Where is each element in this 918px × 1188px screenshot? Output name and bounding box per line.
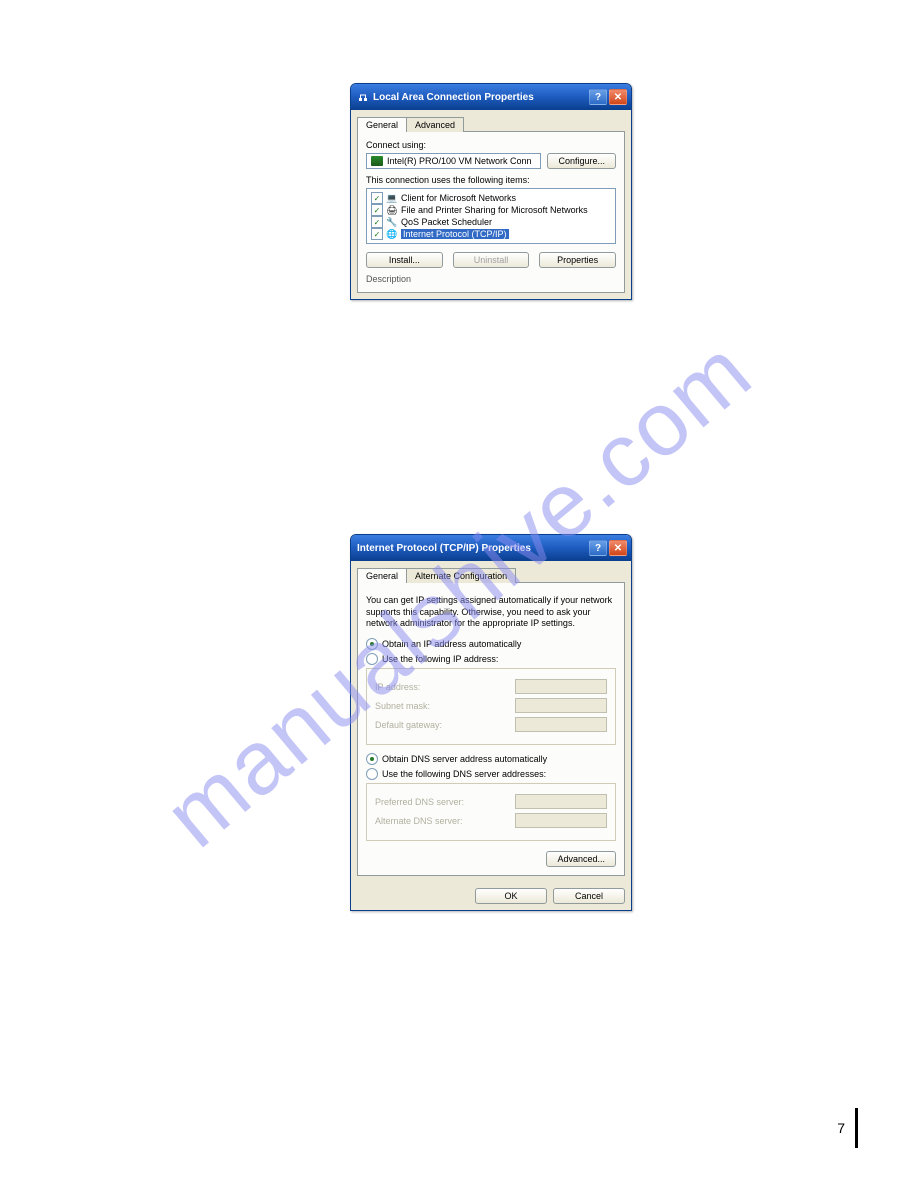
radio-icon [366, 768, 378, 780]
radio-auto-ip[interactable]: Obtain an IP address automatically [366, 638, 616, 650]
tcpip-icon: 🌐 [386, 228, 398, 240]
adapter-name: Intel(R) PRO/100 VM Network Conn [387, 156, 532, 166]
description-label: Description [366, 274, 616, 284]
radio-label: Use the following IP address: [382, 654, 498, 664]
ip-address-label: IP address: [375, 682, 515, 692]
lan-properties-dialog: Local Area Connection Properties ? ✕ Gen… [350, 83, 632, 300]
cancel-button[interactable]: Cancel [553, 888, 625, 904]
radio-use-ip[interactable]: Use the following IP address: [366, 653, 616, 665]
list-item[interactable]: 💻 Client for Microsoft Networks [370, 192, 612, 204]
advanced-button[interactable]: Advanced... [546, 851, 616, 867]
window-title: Local Area Connection Properties [373, 92, 534, 103]
close-button[interactable]: ✕ [609, 540, 627, 556]
checkbox-icon[interactable] [371, 216, 383, 228]
uninstall-button[interactable]: Uninstall [453, 252, 530, 268]
properties-button[interactable]: Properties [539, 252, 616, 268]
install-button[interactable]: Install... [366, 252, 443, 268]
checkbox-icon[interactable] [371, 192, 383, 204]
gateway-input[interactable] [515, 717, 607, 732]
gateway-label: Default gateway: [375, 720, 515, 730]
ok-button[interactable]: OK [475, 888, 547, 904]
share-icon: 🖨 [386, 204, 398, 216]
tab-body: You can get IP settings assigned automat… [357, 582, 625, 876]
ip-group: IP address: Subnet mask: Default gateway… [366, 668, 616, 745]
checkbox-icon[interactable] [371, 204, 383, 216]
checkbox-icon[interactable] [371, 228, 383, 240]
qos-icon: 🔧 [386, 216, 398, 228]
tab-body: Connect using: Intel(R) PRO/100 VM Netwo… [357, 131, 625, 293]
item-label: QoS Packet Scheduler [401, 217, 492, 227]
tab-strip: General Advanced [357, 116, 625, 131]
description-text: You can get IP settings assigned automat… [366, 595, 616, 630]
tcpip-properties-dialog: Internet Protocol (TCP/IP) Properties ? … [350, 534, 632, 911]
dialog-footer: OK Cancel [351, 882, 631, 910]
radio-icon [366, 638, 378, 650]
list-item[interactable]: 🖨 File and Printer Sharing for Microsoft… [370, 204, 612, 216]
page-number: 7 [837, 1108, 858, 1148]
ip-address-input[interactable] [515, 679, 607, 694]
titlebar: Local Area Connection Properties ? ✕ [351, 84, 631, 110]
configure-button[interactable]: Configure... [547, 153, 616, 169]
tab-alternate[interactable]: Alternate Configuration [406, 568, 516, 583]
item-label: Internet Protocol (TCP/IP) [401, 229, 509, 239]
items-label: This connection uses the following items… [366, 175, 616, 185]
connection-icon [357, 91, 369, 103]
subnet-label: Subnet mask: [375, 701, 515, 711]
client-icon: 💻 [386, 192, 398, 204]
tab-strip: General Alternate Configuration [357, 567, 625, 582]
radio-icon [366, 753, 378, 765]
tab-general[interactable]: General [357, 117, 407, 132]
close-button[interactable]: ✕ [609, 89, 627, 105]
subnet-input[interactable] [515, 698, 607, 713]
tab-advanced[interactable]: Advanced [406, 117, 464, 132]
connection-items-list[interactable]: 💻 Client for Microsoft Networks 🖨 File a… [366, 188, 616, 244]
adapter-field[interactable]: Intel(R) PRO/100 VM Network Conn [366, 153, 541, 169]
help-button[interactable]: ? [589, 89, 607, 105]
radio-use-dns[interactable]: Use the following DNS server addresses: [366, 768, 616, 780]
help-button[interactable]: ? [589, 540, 607, 556]
alt-dns-label: Alternate DNS server: [375, 816, 515, 826]
tab-general[interactable]: General [357, 568, 407, 583]
connect-using-label: Connect using: [366, 140, 616, 150]
radio-icon [366, 653, 378, 665]
alt-dns-input[interactable] [515, 813, 607, 828]
dns-group: Preferred DNS server: Alternate DNS serv… [366, 783, 616, 841]
nic-icon [371, 156, 383, 166]
window-title: Internet Protocol (TCP/IP) Properties [357, 543, 531, 554]
radio-label: Use the following DNS server addresses: [382, 769, 546, 779]
item-label: Client for Microsoft Networks [401, 193, 516, 203]
list-item[interactable]: 🌐 Internet Protocol (TCP/IP) [370, 228, 612, 240]
radio-auto-dns[interactable]: Obtain DNS server address automatically [366, 753, 616, 765]
pref-dns-label: Preferred DNS server: [375, 797, 515, 807]
pref-dns-input[interactable] [515, 794, 607, 809]
radio-label: Obtain an IP address automatically [382, 639, 521, 649]
list-item[interactable]: 🔧 QoS Packet Scheduler [370, 216, 612, 228]
item-label: File and Printer Sharing for Microsoft N… [401, 205, 588, 215]
titlebar: Internet Protocol (TCP/IP) Properties ? … [351, 535, 631, 561]
radio-label: Obtain DNS server address automatically [382, 754, 547, 764]
